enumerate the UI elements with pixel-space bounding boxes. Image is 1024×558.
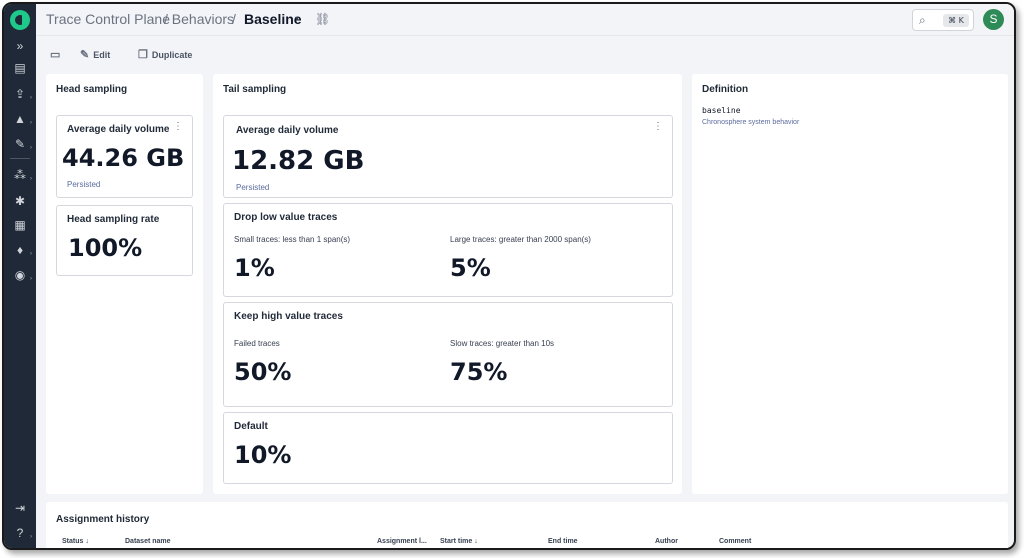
- breadcrumb-root[interactable]: Trace Control Plane: [46, 11, 170, 27]
- logout-icon[interactable]: ⇥: [10, 500, 30, 516]
- small-traces-label: Small traces: less than 1 span(s): [234, 235, 351, 244]
- head-rate-card: Head sampling rate 100%: [56, 205, 193, 276]
- head-rate-title: Head sampling rate: [67, 214, 160, 225]
- column-header-start-time[interactable]: Start time ↓: [440, 538, 478, 545]
- duplicate-label: Duplicate: [151, 50, 193, 60]
- default-value: 10%: [234, 441, 292, 469]
- head-volume-value: 44.26 GB: [62, 144, 185, 172]
- column-header-dataset-name[interactable]: Dataset name: [125, 538, 171, 545]
- book-icon: ▭: [50, 49, 61, 61]
- drop-low-value-title: Drop low value traces: [234, 212, 338, 223]
- topology-icon[interactable]: ✱: [10, 193, 30, 209]
- user-avatar[interactable]: S: [983, 9, 1004, 30]
- link-icon[interactable]: ⛓: [315, 12, 330, 26]
- large-traces-label: Large traces: greater than 2000 span(s): [450, 235, 591, 244]
- head-sampling-title: Head sampling: [56, 84, 128, 95]
- head-rate-value: 100%: [68, 234, 143, 262]
- column-header-comment[interactable]: Comment: [719, 538, 751, 545]
- edit-label: Edit: [93, 50, 111, 60]
- tail-volume-card: Average daily volume ⋮ 12.82 GB Persiste…: [223, 115, 673, 198]
- head-sampling-panel: Head sampling Average daily volume ⋮ 44.…: [46, 74, 203, 494]
- keep-high-value-card: Keep high value traces Failed traces 50%…: [223, 302, 673, 407]
- column-header-author[interactable]: Author: [655, 538, 678, 545]
- column-header-end-time[interactable]: End time: [548, 538, 578, 545]
- column-header-status[interactable]: Status ↓: [62, 538, 89, 545]
- sort-down-icon: ↓: [85, 538, 89, 545]
- column-header-assignment[interactable]: Assignment l...: [377, 538, 427, 545]
- pencil-icon: ✎: [80, 49, 90, 61]
- definition-panel: Definition baseline Chronosphere system …: [692, 74, 1008, 494]
- search-shortcut: ⌘ K: [943, 14, 969, 27]
- tail-sampling-panel: Tail sampling Average daily volume ⋮ 12.…: [213, 74, 682, 494]
- head-volume-card: Average daily volume ⋮ 44.26 GB Persiste…: [56, 115, 193, 198]
- tail-volume-value: 12.82 GB: [232, 146, 365, 176]
- keep-high-value-title: Keep high value traces: [234, 311, 343, 322]
- notebook-icon[interactable]: ▤: [10, 60, 30, 76]
- edit-button[interactable]: ✎ Edit: [80, 47, 110, 63]
- services-icon[interactable]: ⁂ ›: [10, 167, 32, 183]
- definition-description: Chronosphere system behavior: [702, 119, 800, 126]
- sidebar-divider: [10, 158, 30, 159]
- shapes-icon[interactable]: ▲ ›: [10, 111, 32, 127]
- default-title: Default: [234, 421, 268, 432]
- chevron-down-icon[interactable]: ▾: [295, 14, 299, 23]
- assignment-history-title: Assignment history: [56, 514, 150, 525]
- definition-title: Definition: [702, 84, 749, 95]
- ingest-icon[interactable]: ⇪ ›: [10, 86, 32, 102]
- search-button[interactable]: ⌕ ⌘ K: [912, 9, 974, 31]
- failed-traces-label: Failed traces: [234, 339, 280, 348]
- help-icon[interactable]: ? ›: [10, 525, 32, 541]
- definition-slug: baseline: [702, 106, 741, 115]
- sort-down-icon: ↓: [474, 538, 478, 545]
- tail-volume-title: Average daily volume: [236, 125, 339, 136]
- drop-low-value-card: Drop low value traces Small traces: less…: [223, 203, 673, 297]
- compass-icon[interactable]: ◉ ›: [10, 267, 32, 283]
- more-options-icon[interactable]: ⋮: [173, 121, 183, 132]
- slow-traces-label: Slow traces: greater than 10s: [450, 339, 555, 348]
- app-window: » ▤ ⇪ › ▲ › ✎ › ⁂ › ✱ ▦ ♦ › ◉ › ⇥ ? › Trace Con…: [2, 2, 1016, 550]
- dashboards-icon[interactable]: ▦: [10, 217, 30, 233]
- tail-volume-sub: Persisted: [236, 183, 270, 192]
- default-card: Default 10%: [223, 412, 673, 484]
- breadcrumb-section[interactable]: / Behaviors: [164, 11, 234, 27]
- copy-icon: ❐: [138, 49, 148, 61]
- breadcrumb-separator: /: [232, 11, 236, 27]
- chronosphere-logo-icon[interactable]: [10, 10, 30, 30]
- top-bar: Trace Control Plane / Behaviors / Baseli…: [36, 4, 1014, 36]
- sidebar: » ▤ ⇪ › ▲ › ✎ › ⁂ › ✱ ▦ ♦ › ◉ › ⇥ ? ›: [4, 4, 36, 548]
- search-icon: ⌕: [919, 13, 926, 27]
- breadcrumb-current[interactable]: Baseline: [244, 11, 302, 27]
- bell-icon[interactable]: ♦ ›: [10, 242, 32, 258]
- duplicate-button[interactable]: ❐ Duplicate: [138, 47, 192, 63]
- slow-traces-value: 75%: [450, 358, 508, 386]
- preview-button[interactable]: ▭: [50, 47, 64, 63]
- tail-sampling-title: Tail sampling: [223, 84, 287, 95]
- large-traces-value: 5%: [450, 254, 491, 282]
- wrench-icon[interactable]: ✎ ›: [10, 136, 32, 152]
- head-volume-sub: Persisted: [67, 180, 101, 189]
- small-traces-value: 1%: [234, 254, 275, 282]
- assignment-history-panel: Assignment history: [46, 502, 1008, 548]
- expand-sidebar-icon[interactable]: »: [10, 38, 30, 54]
- head-volume-title: Average daily volume: [67, 124, 170, 135]
- failed-traces-value: 50%: [234, 358, 292, 386]
- more-options-icon[interactable]: ⋮: [653, 121, 663, 132]
